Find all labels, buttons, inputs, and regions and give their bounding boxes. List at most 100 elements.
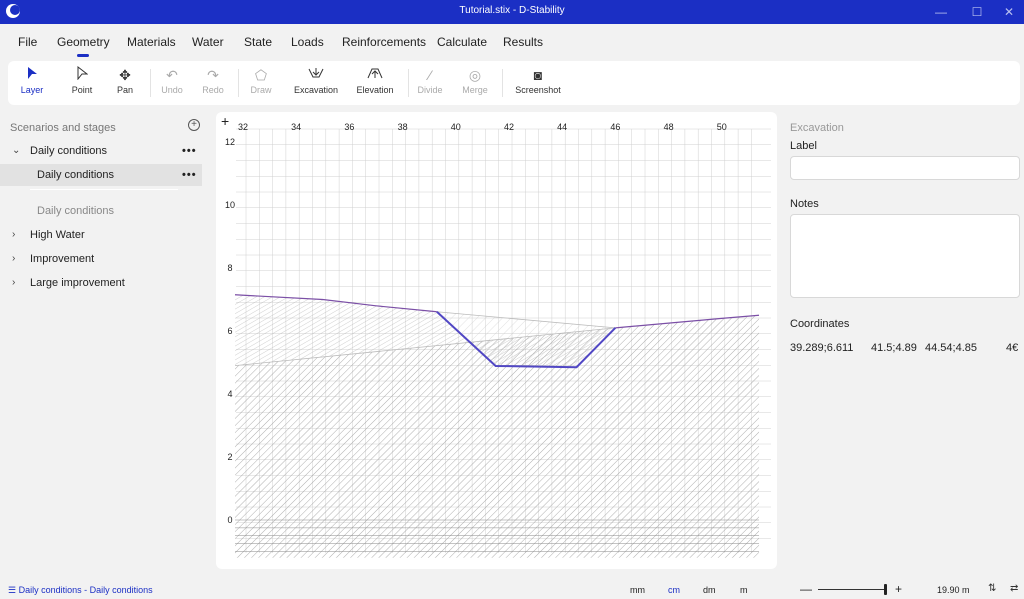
label-input[interactable] <box>790 156 1020 180</box>
menu-water[interactable]: Water <box>192 35 224 49</box>
minimize-button[interactable]: — <box>926 2 956 22</box>
more-options-icon[interactable]: ••• <box>182 164 197 186</box>
x-tick-label: 42 <box>504 122 514 132</box>
swap-icon[interactable]: ⇄ <box>1010 583 1018 594</box>
notes-textarea[interactable] <box>790 214 1020 298</box>
stage-daily-conditions[interactable]: Daily conditions <box>0 200 202 222</box>
y-tick-label: 10 <box>225 200 235 210</box>
close-button[interactable]: ✕ <box>994 2 1024 22</box>
zoom-in-button[interactable]: + <box>895 582 902 596</box>
scenario-improvement[interactable]: › Improvement <box>0 248 202 270</box>
draw-tool[interactable]: ⬠ Draw <box>246 65 276 101</box>
y-axis-ticks: 12 10 8 6 4 2 0 <box>225 137 235 525</box>
screenshot-button[interactable]: ◙ Screenshot <box>512 65 564 101</box>
maximize-button[interactable]: ☐ <box>962 2 992 22</box>
unit-dm[interactable]: dm <box>703 585 716 595</box>
properties-panel: Excavation Label Notes Coordinates 39.28… <box>784 112 1024 572</box>
camera-icon: ◙ <box>533 67 543 83</box>
stage-label: Daily conditions <box>37 205 115 217</box>
scenario-label: Improvement <box>30 253 95 265</box>
x-tick-label: 36 <box>344 122 354 132</box>
redo-button[interactable]: ↷ Redo <box>200 65 226 101</box>
divide-icon: ⁄ <box>428 67 432 83</box>
chevron-right-icon[interactable]: › <box>12 248 15 270</box>
divider <box>30 189 178 190</box>
coordinate-cell[interactable]: 4€ <box>1006 342 1018 354</box>
title-bar: Tutorial.stix - D-Stability — ☐ ✕ <box>0 0 1024 24</box>
y-tick-label: 0 <box>227 515 232 525</box>
window-title: Tutorial.stix - D-Stability <box>459 5 565 16</box>
toolbar-separator <box>502 69 503 97</box>
redo-icon: ↷ <box>207 67 219 83</box>
menu-file[interactable]: File <box>18 35 37 49</box>
coordinate-cell[interactable]: 41.5;4.89 <box>871 342 917 354</box>
menu-state[interactable]: State <box>244 35 272 49</box>
breadcrumb[interactable]: ☰ Daily conditions - Daily conditions <box>8 585 153 596</box>
status-bar: ☰ Daily conditions - Daily conditions mm… <box>0 580 1024 599</box>
y-tick-label: 2 <box>227 452 232 462</box>
elevation-tool[interactable]: Elevation <box>354 65 396 101</box>
cursor-filled-icon <box>18 65 46 85</box>
unit-mm[interactable]: mm <box>630 585 645 595</box>
menu-geometry[interactable]: Geometry <box>57 35 110 57</box>
geometry-drawing[interactable]: 32 34 36 38 40 42 44 46 48 50 121086420 <box>216 112 777 569</box>
layer-tool[interactable]: Layer <box>18 65 46 101</box>
scenario-large-improvement[interactable]: › Large improvement <box>0 272 202 294</box>
y-tick-label: 8 <box>227 263 232 273</box>
coordinate-cell[interactable]: 39.289;6.611 <box>790 342 853 354</box>
y-tick-label: 6 <box>227 326 232 336</box>
x-tick-label: 50 <box>717 122 727 132</box>
scenario-daily-conditions[interactable]: ⌄ Daily conditions ••• <box>0 140 202 162</box>
toolbar-separator <box>408 69 409 97</box>
stage-label: Daily conditions <box>37 169 115 181</box>
unit-cm[interactable]: cm <box>668 585 680 595</box>
x-tick-label: 38 <box>398 122 408 132</box>
coordinates-label: Coordinates <box>790 318 850 330</box>
x-tick-label: 32 <box>238 122 248 132</box>
chevron-right-icon[interactable]: › <box>12 224 15 246</box>
merge-tool[interactable]: ◎ Merge <box>458 65 492 101</box>
zoom-slider-thumb[interactable] <box>884 584 887 595</box>
excavation-tool[interactable]: Excavation <box>292 65 340 101</box>
toolbar-separator <box>150 69 151 97</box>
chevron-down-icon[interactable]: ⌄ <box>12 140 20 162</box>
x-tick-label: 34 <box>291 122 301 132</box>
divide-tool[interactable]: ⁄ Divide <box>414 65 446 101</box>
x-tick-label: 46 <box>610 122 620 132</box>
menu-loads[interactable]: Loads <box>291 35 324 49</box>
sort-icon[interactable]: ⇅ <box>988 583 996 594</box>
cursor-outline-icon <box>66 65 98 85</box>
add-scenario-button[interactable]: + <box>188 119 200 131</box>
scenario-label: High Water <box>30 229 85 241</box>
x-tick-label: 40 <box>451 122 461 132</box>
scenario-label: Daily conditions <box>30 145 108 157</box>
more-options-icon[interactable]: ••• <box>182 140 197 162</box>
menu-results[interactable]: Results <box>503 35 543 49</box>
section-title: Excavation <box>790 122 844 134</box>
zoom-slider[interactable] <box>818 589 886 590</box>
chevron-right-icon[interactable]: › <box>12 272 15 294</box>
toolbar-separator <box>238 69 239 97</box>
geometry-canvas[interactable]: + 32 34 36 38 40 42 44 46 48 50 12 10 8 6 4 2 0 <box>216 112 777 569</box>
menu-materials[interactable]: Materials <box>127 35 176 49</box>
soil-layers <box>234 294 760 558</box>
undo-button[interactable]: ↶ Undo <box>158 65 186 101</box>
coordinate-cell[interactable]: 44.54;4.85 <box>925 342 977 354</box>
undo-icon: ↶ <box>166 67 178 83</box>
breadcrumb-text: Daily conditions - Daily conditions <box>18 585 153 595</box>
stage-daily-conditions-selected[interactable]: Daily conditions ••• <box>0 164 202 186</box>
pan-arrows-icon: ✥ <box>119 67 131 83</box>
scenario-high-water[interactable]: › High Water <box>0 224 202 246</box>
menu-reinforcements[interactable]: Reinforcements <box>342 35 426 49</box>
excavation-icon <box>292 65 340 85</box>
toolbar: Layer Point ✥ Pan ↶ Undo ↷ Redo ⬠ Draw E… <box>8 61 1020 105</box>
y-tick-label: 4 <box>227 389 232 399</box>
unit-m[interactable]: m <box>740 585 748 595</box>
menu-calculate[interactable]: Calculate <box>437 35 487 49</box>
point-tool[interactable]: Point <box>66 65 98 101</box>
x-tick-label: 44 <box>557 122 567 132</box>
x-axis-ticks: 32 34 36 38 40 42 44 46 48 50 <box>238 122 727 132</box>
zoom-value: 19.90 m <box>937 585 970 595</box>
pan-tool[interactable]: ✥ Pan <box>112 65 138 101</box>
zoom-out-button[interactable]: — <box>800 582 812 596</box>
